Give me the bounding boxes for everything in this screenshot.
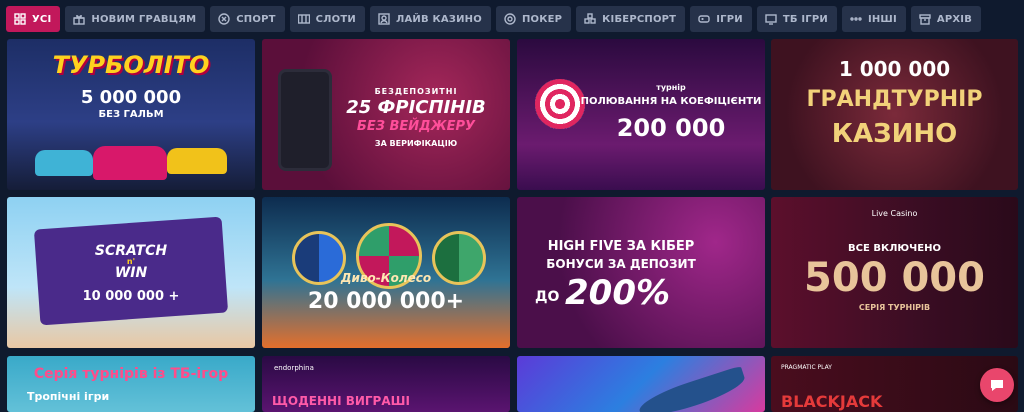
promo-card-freespins[interactable]: БЕЗДЕПОЗИТНІ 25 ФРІСПІНІВ БЕЗ ВЕЙДЖЕРУ З… bbox=[262, 39, 510, 190]
promo-title: ГРАНДТУРНІР bbox=[806, 87, 983, 112]
promo-subtitle: СЕРІЯ ТУРНІРІВ bbox=[858, 303, 931, 312]
promo-amount: 20 000 000+ bbox=[307, 289, 465, 314]
promo-card-highfive[interactable]: HIGH FIVE ЗА КІБЕР БОНУСИ ЗА ДЕПОЗИТ ДО … bbox=[517, 197, 765, 348]
promo-amount: 5 000 000 bbox=[80, 87, 182, 108]
promo-card-endorphina[interactable]: endorphina ЩОДЕННІ ВИГРАШІ bbox=[262, 356, 510, 412]
dealer-icon bbox=[378, 13, 390, 25]
tab-label: ЛАЙВ КАЗИНО bbox=[395, 13, 482, 25]
esports-icon bbox=[584, 13, 596, 24]
gift-icon bbox=[73, 15, 86, 25]
tab-all[interactable]: УСІ bbox=[6, 6, 61, 32]
promo-note: ЗА ВЕРИФІКАЦІЮ bbox=[374, 139, 458, 148]
archive-icon bbox=[919, 14, 931, 25]
tab-label: УСІ bbox=[32, 13, 52, 25]
promo-subtitle: БЕЗ ГАЛЬМ bbox=[98, 109, 164, 120]
promo-caption: Live Casino bbox=[871, 209, 918, 218]
tab-label: СЛОТИ bbox=[315, 13, 356, 25]
tab-games[interactable]: ІГРИ bbox=[690, 6, 752, 32]
tab-poker[interactable]: ПОКЕР bbox=[495, 6, 572, 32]
chat-button[interactable] bbox=[980, 368, 1014, 402]
grid-icon bbox=[14, 13, 26, 25]
promo-subtitle: Тропічні ігри bbox=[27, 390, 110, 403]
promo-card-scratch[interactable]: SCRATCH n' WIN 10 000 000 + bbox=[7, 197, 255, 348]
car-image bbox=[93, 146, 167, 180]
car-image bbox=[35, 150, 93, 176]
tab-label: НОВИМ ГРАВЦЯМ bbox=[91, 13, 197, 25]
slots-icon bbox=[297, 14, 310, 24]
promo-caption: БЕЗДЕПОЗИТНІ bbox=[374, 87, 458, 96]
tab-label: ПОКЕР bbox=[521, 13, 563, 25]
dots-icon bbox=[850, 17, 862, 21]
promo-title: ПОЛЮВАННЯ НА КОЕФІЦІЄНТИ bbox=[580, 96, 762, 107]
tab-live-casino[interactable]: ЛАЙВ КАЗИНО bbox=[369, 6, 491, 32]
tab-esports[interactable]: КІБЕРСПОРТ bbox=[576, 6, 686, 32]
chat-icon bbox=[991, 380, 1003, 391]
promo-amount: 200% bbox=[565, 273, 671, 313]
promo-title: BLACKJACK bbox=[781, 392, 883, 411]
category-tabs: УСІ НОВИМ ГРАВЦЯМ СПОРТ СЛОТИ ЛАЙВ КАЗИН… bbox=[6, 6, 1024, 32]
promo-brand-part: WIN bbox=[114, 265, 148, 281]
provider-logo: PRAGMATIC PLAY bbox=[781, 364, 832, 371]
tab-other[interactable]: ІНШІ bbox=[841, 6, 906, 32]
provider-logo: endorphina bbox=[274, 364, 314, 372]
promo-amount: 200 000 bbox=[616, 114, 726, 142]
tab-label: АРХІВ bbox=[936, 13, 973, 25]
promo-card-odds-hunt[interactable]: турнір ПОЛЮВАННЯ НА КОЕФІЦІЄНТИ 200 000 bbox=[517, 39, 765, 190]
tab-new-players[interactable]: НОВИМ ГРАВЦЯМ bbox=[65, 6, 206, 32]
promo-prefix: ДО bbox=[535, 289, 560, 305]
tv-icon bbox=[765, 14, 777, 25]
promo-brand: Диво-Колесо bbox=[340, 271, 432, 285]
tab-archive[interactable]: АРХІВ bbox=[910, 6, 982, 32]
tab-slots[interactable]: СЛОТИ bbox=[289, 6, 365, 32]
tab-label: СПОРТ bbox=[236, 13, 276, 25]
car-image bbox=[167, 148, 227, 174]
tab-tv-games[interactable]: ТБ ІГРИ bbox=[756, 6, 837, 32]
tab-label: ІНШІ bbox=[867, 13, 897, 25]
promo-card-fish[interactable] bbox=[517, 356, 765, 412]
promo-subtitle: БОНУСИ ЗА ДЕПОЗИТ bbox=[546, 257, 696, 271]
promo-title: ВСЕ ВКЛЮЧЕНО bbox=[848, 243, 941, 254]
promo-card-tv-games[interactable]: Серія турнірів із ТБ-ігор Тропічні ігри bbox=[7, 356, 255, 412]
tab-label: ТБ ІГРИ bbox=[782, 13, 828, 25]
promo-title: ЩОДЕННІ ВИГРАШІ bbox=[272, 394, 410, 408]
poker-chip-icon bbox=[504, 13, 516, 25]
promo-amount: 10 000 000 + bbox=[82, 289, 180, 304]
promo-amount: 25 ФРІСПІНІВ bbox=[346, 97, 486, 118]
promo-title: Серія турнірів із ТБ-ігор bbox=[33, 366, 229, 382]
ball-icon bbox=[218, 13, 230, 25]
promo-brand: ТУРБОЛІТО bbox=[52, 51, 210, 79]
promo-card-turbolito[interactable]: ТУРБОЛІТО 5 000 000 БЕЗ ГАЛЬМ bbox=[7, 39, 255, 190]
promo-subtitle: КАЗИНО bbox=[831, 119, 958, 149]
promo-card-grand-casino[interactable]: 1 000 000 ГРАНДТУРНІР КАЗИНО bbox=[771, 39, 1018, 190]
promo-subtitle: БЕЗ ВЕЙДЖЕРУ bbox=[356, 119, 476, 134]
tab-label: КІБЕРСПОРТ bbox=[602, 13, 677, 25]
promo-card-live-casino[interactable]: Live Casino ВСЕ ВКЛЮЧЕНО 500 000 СЕРІЯ Т… bbox=[771, 197, 1018, 348]
promo-amount: 500 000 bbox=[804, 255, 985, 301]
promo-amount: 1 000 000 bbox=[838, 57, 951, 81]
tab-sport[interactable]: СПОРТ bbox=[210, 6, 285, 32]
fish-image bbox=[635, 365, 749, 412]
tab-label: ІГРИ bbox=[716, 13, 743, 25]
promo-title: HIGH FIVE ЗА КІБЕР bbox=[547, 239, 695, 254]
gamepad-icon bbox=[698, 15, 710, 23]
promo-caption: турнір bbox=[656, 83, 686, 92]
promo-card-wheel[interactable]: Диво-Колесо 20 000 000+ bbox=[262, 197, 510, 348]
